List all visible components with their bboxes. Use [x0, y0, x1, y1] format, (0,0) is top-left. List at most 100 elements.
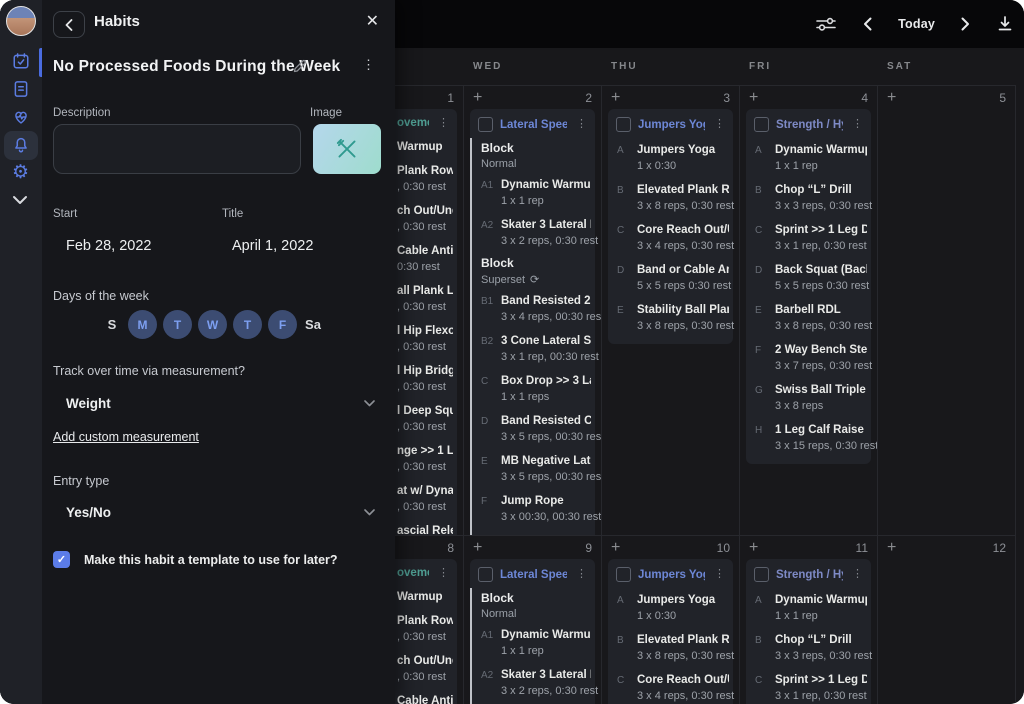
calendar-cell[interactable]: +9Lateral Speed / Plyo⋮BlockNormalA1Dyna… [464, 535, 602, 704]
exercise-row[interactable]: A2Skater 3 Lateral Hops >> ...3 x 2 reps… [472, 663, 595, 703]
avatar[interactable] [6, 6, 36, 36]
workout-title[interactable]: ovement Q... [397, 567, 429, 579]
exercise-row[interactable]: DBand or Cable Anti Rotati...5 x 5 reps … [608, 258, 733, 298]
chevron-down-icon[interactable] [12, 195, 28, 205]
calendar-cell[interactable]: +10Jumpers Yoga / Core⋮AJumpers Yoga1 x … [602, 535, 740, 704]
workout-card[interactable]: Jumpers Yoga / Core⋮AJumpers Yoga1 x 0:3… [608, 109, 733, 344]
workout-menu-icon[interactable]: ⋮ [436, 568, 451, 579]
workout-complete-checkbox[interactable] [616, 567, 631, 582]
habit-image[interactable] [313, 124, 381, 174]
back-button[interactable] [53, 11, 85, 38]
exercise-row[interactable]: FJump Rope3 x 00:30, 00:30 rest [472, 489, 595, 529]
workout-complete-checkbox[interactable] [754, 117, 769, 132]
exercise-row[interactable]: BElevated Plank Row3 x 8 reps, 0:30 rest [608, 628, 733, 668]
calendar-cell[interactable]: +11Strength / Hypertro...⋮ADynamic Warmu… [740, 535, 878, 704]
add-workout-button[interactable]: + [749, 91, 758, 105]
workout-complete-checkbox[interactable] [478, 117, 493, 132]
heart-pulse-icon[interactable] [12, 108, 30, 126]
exercise-row[interactable]: A1Dynamic Warmup1 x 1 rep [472, 623, 595, 663]
workout-menu-icon[interactable]: ⋮ [574, 119, 589, 130]
exercise-row[interactable]: F2 Way Bench Step Up3 x 7 reps, 0:30 res… [746, 338, 871, 378]
workout-menu-icon[interactable]: ⋮ [850, 119, 865, 130]
exercise-row[interactable]: CSprint >> 1 Leg Declarations3 x 1 rep, … [746, 218, 871, 258]
add-workout-button[interactable]: + [611, 91, 620, 105]
exercise-row[interactable]: GSwiss Ball Triple Threat3 x 8 reps [746, 378, 871, 418]
workout-menu-icon[interactable]: ⋮ [436, 118, 451, 129]
exercise-row[interactable]: ADynamic Warmup1 x 1 rep [746, 138, 871, 178]
day-toggle-t[interactable]: T [233, 310, 262, 339]
calendar-cell[interactable]: +3Jumpers Yoga / Core⋮AJumpers Yoga1 x 0… [602, 85, 740, 535]
prev-week-button[interactable] [863, 17, 872, 31]
add-workout-button[interactable]: + [749, 541, 758, 555]
workout-title[interactable]: Lateral Speed / Plyo [500, 119, 567, 131]
day-toggle-f[interactable]: F [268, 310, 297, 339]
exercise-row[interactable]: DBack Squat (Back Off Set)5 x 5 reps 0:3… [746, 258, 871, 298]
day-toggle-t[interactable]: T [163, 310, 192, 339]
workout-title[interactable]: Lateral Speed / Plyo [500, 569, 567, 581]
day-toggle-m[interactable]: M [128, 310, 157, 339]
day-toggle-s[interactable]: S [102, 310, 122, 339]
workout-menu-icon[interactable]: ⋮ [850, 569, 865, 580]
chevron-down-icon[interactable] [364, 509, 375, 516]
filters-icon[interactable] [815, 15, 837, 33]
workout-title[interactable]: Strength / Hypertro... [776, 119, 843, 131]
template-checkbox[interactable]: ✓ [53, 551, 70, 568]
description-input[interactable] [53, 124, 301, 174]
workout-title[interactable]: Jumpers Yoga / Core [638, 569, 705, 581]
add-custom-measurement-link[interactable]: Add custom measurement [53, 430, 199, 444]
workout-card[interactable]: Jumpers Yoga / Core⋮AJumpers Yoga1 x 0:3… [608, 559, 733, 704]
habit-menu-icon[interactable]: ⋮ [362, 57, 375, 73]
exercise-row[interactable]: B23 Cone Lateral Slide3 x 1 rep, 00:30 r… [472, 329, 595, 369]
edit-pencil-icon[interactable] [292, 58, 308, 74]
exercise-row[interactable]: H1 Leg Calf Raise3 x 15 reps, 0:30 rest [746, 418, 871, 458]
exercise-row[interactable]: ADynamic Warmup1 x 1 rep [746, 588, 871, 628]
add-workout-button[interactable]: + [473, 91, 482, 105]
day-toggle-sa[interactable]: Sa [303, 310, 323, 339]
exercise-row[interactable]: EStability Ball Plank Linear ...3 x 8 re… [608, 298, 733, 338]
end-date-value[interactable]: April 1, 2022 [232, 238, 313, 254]
exercise-row[interactable]: BChop “L” Drill3 x 3 reps, 0:30 rest [746, 628, 871, 668]
gear-icon[interactable]: ⚙ [12, 163, 29, 182]
exercise-row[interactable]: CBox Drop >> 3 Lateral H...1 x 1 reps [472, 369, 595, 409]
add-workout-button[interactable]: + [611, 541, 620, 555]
exercise-row[interactable]: EBarbell RDL3 x 8 reps, 0:30 rest [746, 298, 871, 338]
calendar-cell[interactable]: +12 [878, 535, 1016, 704]
calendar-cell[interactable]: +5 [878, 85, 1016, 535]
workout-title[interactable]: ovement Q... [397, 117, 429, 129]
workout-card[interactable]: Strength / Hypertro...⋮ADynamic Warmup1 … [746, 559, 871, 704]
exercise-row[interactable]: B1Band Resisted 2 Step Late...3 x 4 reps… [472, 289, 595, 329]
workout-menu-icon[interactable]: ⋮ [712, 119, 727, 130]
exercise-row[interactable]: EMB Negative Lateral Hop...3 x 5 reps, 0… [472, 449, 595, 489]
today-button[interactable]: Today [898, 17, 935, 31]
calendar-cell[interactable]: +4Strength / Hypertro...⋮ADynamic Warmup… [740, 85, 878, 535]
exercise-row[interactable]: CCore Reach Out/Under3 x 4 reps, 0:30 re… [608, 668, 733, 704]
workout-complete-checkbox[interactable] [616, 117, 631, 132]
exercise-row[interactable]: CCore Reach Out/Under3 x 4 reps, 0:30 re… [608, 218, 733, 258]
bell-icon[interactable] [12, 136, 30, 154]
add-workout-button[interactable]: + [473, 541, 482, 555]
day-toggle-w[interactable]: W [198, 310, 227, 339]
template-checkbox-row[interactable]: ✓ Make this habit a template to use for … [53, 551, 338, 568]
exercise-row[interactable]: BChop “L” Drill3 x 3 reps, 0:30 rest [746, 178, 871, 218]
workout-card[interactable]: Lateral Speed / Plyo⋮BlockNormalA1Dynami… [470, 559, 595, 704]
add-workout-button[interactable]: + [887, 91, 896, 105]
entry-type-select[interactable]: Yes/No [66, 505, 111, 520]
start-date-value[interactable]: Feb 28, 2022 [66, 238, 151, 254]
close-icon[interactable]: ✕ [366, 11, 379, 31]
exercise-row[interactable]: DBand Resisted Crossover...3 x 5 reps, 0… [472, 409, 595, 449]
document-icon[interactable] [12, 80, 30, 98]
workout-title[interactable]: Jumpers Yoga / Core [638, 119, 705, 131]
workout-complete-checkbox[interactable] [754, 567, 769, 582]
exercise-row[interactable]: AJumpers Yoga1 x 0:30 [608, 588, 733, 628]
workout-menu-icon[interactable]: ⋮ [574, 569, 589, 580]
next-week-button[interactable] [961, 17, 970, 31]
workout-card[interactable]: Strength / Hypertro... ⋮ ADynamic Warmup1 … [746, 109, 871, 464]
workout-complete-checkbox[interactable] [478, 567, 493, 582]
exercise-row[interactable]: BElevated Plank Row3 x 8 reps, 0:30 rest [608, 178, 733, 218]
exercise-row[interactable]: A2Skater 3 Lateral Hops >> ...3 x 2 reps… [472, 213, 595, 253]
calendar-cell[interactable]: +2Lateral Speed / Plyo⋮BlockNormalA1Dyna… [464, 85, 602, 535]
add-workout-button[interactable]: + [887, 541, 896, 555]
calendar-check-icon[interactable] [12, 52, 30, 70]
exercise-row[interactable]: A1Dynamic Warmup1 x 1 rep [472, 173, 595, 213]
measurement-select[interactable]: Weight [66, 396, 111, 411]
